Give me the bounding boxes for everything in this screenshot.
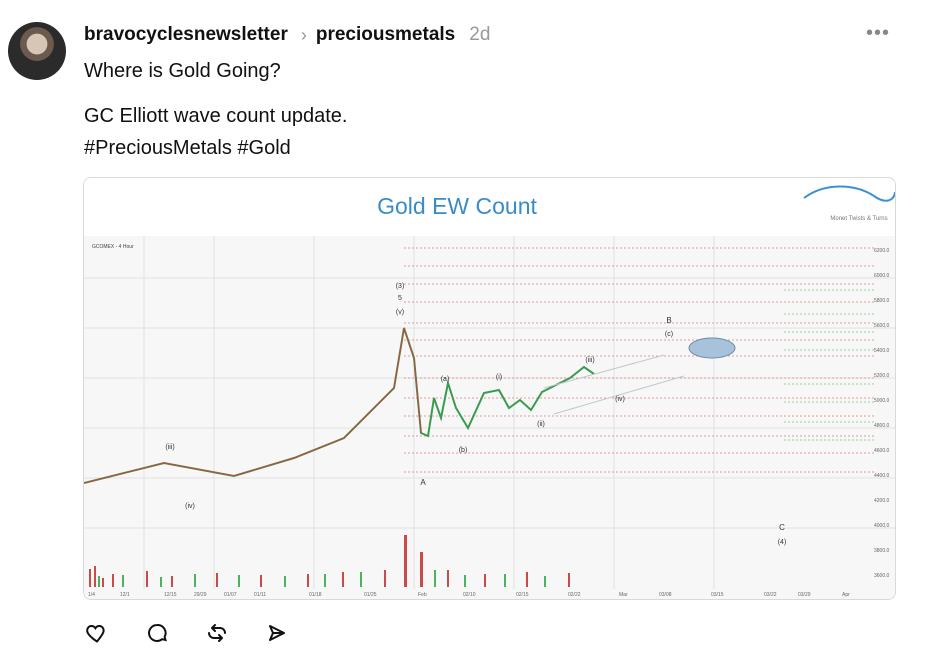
- send-icon[interactable]: [264, 620, 290, 646]
- repost-icon[interactable]: [204, 620, 230, 646]
- gold-chart-image: Gold EW Count Monet Twists & Turns GCOME…: [84, 178, 895, 599]
- left-wave-iii: (iii): [165, 444, 174, 451]
- wave-B: B: [666, 316, 671, 325]
- post-body-line-1: GC Elliott wave count update.: [84, 105, 348, 127]
- y-tick-3: 5800.0: [874, 298, 890, 304]
- y-tick-13: 3800.0: [874, 548, 890, 554]
- x-tick-2: 12/1: [120, 592, 130, 598]
- wave-iv: (iv): [615, 396, 625, 403]
- wave-A: A: [420, 478, 426, 487]
- wave-top-5: 5: [398, 295, 402, 302]
- y-tick-1: 6200.0: [874, 248, 890, 254]
- y-tick-6: 5200.0: [874, 373, 890, 379]
- y-tick-10: 4400.0: [874, 473, 890, 479]
- y-tick-5: 5400.0: [874, 348, 890, 354]
- wave-ii: (ii): [537, 421, 545, 428]
- post-header: bravocyclesnewsletter › preciousmetals 2…: [84, 22, 490, 48]
- avatar[interactable]: [8, 22, 66, 80]
- comment-icon[interactable]: [144, 620, 170, 646]
- y-tick-7: 5000.0: [874, 398, 890, 404]
- x-tick-3: 12/15: [164, 592, 177, 598]
- more-options-icon[interactable]: •••: [866, 22, 890, 45]
- x-tick-10: 02/10: [463, 592, 476, 598]
- x-tick-18: Apr: [842, 592, 850, 598]
- wave-a-small: (a): [441, 376, 450, 383]
- x-tick-16: 03/22: [764, 592, 777, 598]
- chart-title: Gold EW Count: [377, 193, 537, 219]
- x-tick-1: 1/4: [88, 592, 95, 598]
- x-tick-13: Mar: [619, 592, 628, 598]
- wave-top-3: (3): [396, 283, 405, 290]
- chart-brand: Monet Twists & Turns: [830, 216, 887, 222]
- x-tick-12: 02/22: [568, 592, 581, 598]
- x-tick-8: 01/25: [364, 592, 377, 598]
- y-tick-9: 4600.0: [874, 448, 890, 454]
- x-tick-11: 02/15: [516, 592, 529, 598]
- left-wave-iv: (iv): [185, 503, 195, 510]
- wave-i: (i): [496, 374, 502, 381]
- y-tick-8: 4800.0: [874, 423, 890, 429]
- x-tick-6: 01/11: [254, 592, 266, 598]
- author-name[interactable]: bravocyclesnewsletter: [84, 24, 288, 46]
- heart-icon[interactable]: [84, 620, 110, 646]
- x-tick-15: 03/15: [711, 592, 724, 598]
- x-tick-14: 03/08: [659, 592, 672, 598]
- post-actions: [84, 620, 290, 646]
- wave-b-small: (b): [459, 447, 468, 454]
- y-tick-2: 6000.0: [874, 273, 890, 279]
- timestamp: 2d: [469, 24, 491, 45]
- post-image[interactable]: Gold EW Count Monet Twists & Turns GCOME…: [83, 177, 896, 600]
- x-tick-17: 03/29: [798, 592, 811, 598]
- y-tick-12: 4000.0: [874, 523, 890, 529]
- community-name[interactable]: preciousmetals: [316, 24, 455, 46]
- x-tick-7: 01/18: [309, 592, 322, 598]
- wave-4: (4): [778, 539, 787, 546]
- chevron-right-icon: ›: [300, 24, 307, 45]
- post-title: Where is Gold Going?: [84, 60, 281, 82]
- wave-c-small: (c): [665, 331, 673, 338]
- y-tick-14: 3600.0: [874, 573, 890, 579]
- x-tick-9: Feb: [418, 592, 427, 598]
- wave-top-v: (v): [396, 309, 404, 316]
- wave-iii: (iii): [585, 357, 594, 364]
- x-tick-4: 29/29: [194, 592, 207, 598]
- y-tick-11: 4200.0: [874, 498, 890, 504]
- y-tick-4: 5600.0: [874, 323, 890, 329]
- wave-C: C: [779, 523, 785, 532]
- post-body-line-2: #PreciousMetals #Gold: [84, 137, 291, 159]
- x-tick-5: 01/07: [224, 592, 237, 598]
- chart-symbol: GCOMEX - 4 Hour: [92, 244, 134, 250]
